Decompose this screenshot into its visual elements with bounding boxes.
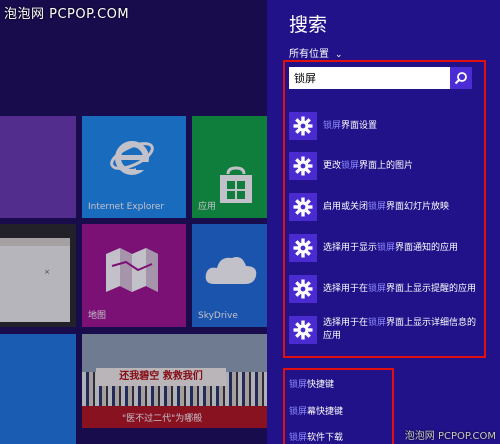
gear-icon xyxy=(293,156,313,176)
search-result[interactable]: 选择用于显示锁屏界面通知的应用 xyxy=(289,234,479,262)
result-label: 更改锁屏界面上的图片 xyxy=(323,160,414,171)
search-result[interactable]: 选择用于在锁屏界面上显示提醒的应用 xyxy=(289,275,479,303)
search-box[interactable] xyxy=(289,67,472,89)
result-label: 启用或关闭锁屏界面幻灯片放映 xyxy=(323,201,450,212)
settings-tile xyxy=(289,152,317,180)
search-result[interactable]: 启用或关闭锁屏界面幻灯片放映 xyxy=(289,193,479,221)
gear-icon xyxy=(293,116,313,136)
gear-icon xyxy=(293,279,313,299)
chevron-down-icon: ⌄ xyxy=(335,50,343,60)
gear-icon xyxy=(293,197,313,217)
result-label: 选择用于在锁屏界面上显示提醒的应用 xyxy=(323,283,477,294)
settings-tile xyxy=(289,112,317,140)
gear-icon xyxy=(293,238,313,258)
result-label: 选择用于在锁屏界面上显示详细信息的应用 xyxy=(323,318,477,341)
search-input[interactable] xyxy=(294,70,444,86)
settings-tile xyxy=(289,275,317,303)
settings-tile xyxy=(289,193,317,221)
search-result[interactable]: 选择用于在锁屏界面上显示详细信息的应用 xyxy=(289,316,479,344)
search-scope-label: 所有位置 xyxy=(289,49,329,60)
search-button[interactable] xyxy=(450,67,472,89)
result-label: 选择用于显示锁屏界面通知的应用 xyxy=(323,242,459,253)
search-suggestion[interactable]: 锁屏软件下载 xyxy=(289,430,343,443)
start-screen: Internet Explorer 应用 × 地图 SkyDrive 还我碧空 … xyxy=(0,0,267,444)
start-dim-overlay xyxy=(0,0,267,444)
watermark-top: 泡泡网 PCPOP.COM xyxy=(4,7,130,22)
gear-icon xyxy=(293,320,313,340)
charm-title: 搜索 xyxy=(289,14,328,36)
settings-tile xyxy=(289,234,317,262)
search-icon xyxy=(454,72,467,85)
search-scope-dropdown[interactable]: 所有位置 ⌄ xyxy=(289,45,343,60)
result-label: 锁屏界面设置 xyxy=(323,120,378,131)
search-suggestion[interactable]: 锁屏幕快捷键 xyxy=(289,404,343,417)
search-result[interactable]: 更改锁屏界面上的图片 xyxy=(289,152,479,180)
search-suggestion[interactable]: 锁屏快捷键 xyxy=(289,377,334,390)
search-result[interactable]: 锁屏界面设置 xyxy=(289,112,479,140)
watermark-bottom: 泡泡网 PCPOP.COM xyxy=(404,431,496,442)
settings-tile xyxy=(289,316,317,344)
